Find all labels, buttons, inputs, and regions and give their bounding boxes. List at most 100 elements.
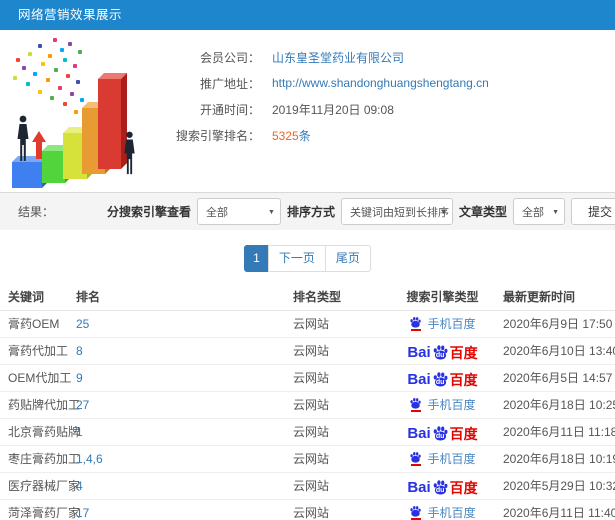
rank-type-cell: 云网站 <box>285 310 390 338</box>
mobile-baidu-icon: 手机百度 <box>409 450 476 467</box>
rank-cell: 1 <box>68 418 285 446</box>
url-label: 推广地址： <box>199 76 260 91</box>
baidu-paw-icon: du <box>432 479 449 497</box>
field-open-time: 开通时间： 2019年11月20日 09:08 <box>162 96 615 122</box>
updated-cell: 2020年5月29日 10:32 <box>495 472 615 500</box>
sort-filter-value: 关键词由短到长排序 <box>349 206 449 219</box>
baidu-paw-icon: du <box>432 371 449 389</box>
engine-cell: Bai du 百度 <box>390 364 495 392</box>
rank-cell: 1,4,6 <box>68 445 285 473</box>
filter-bar: 结果： 分搜索引擎查看 全部 ▼ 排序方式 关键词由短到长排序 ▼ 文章类型 全… <box>0 192 615 230</box>
rank-count-suffix[interactable]: 条 <box>299 129 311 143</box>
baidu-logo-icon: Bai du 百度 <box>407 370 478 389</box>
sort-filter-select[interactable]: 关键词由短到长排序 ▼ <box>340 198 453 225</box>
rank-count-label: 搜索引擎排名： <box>175 128 260 143</box>
updated-cell: 2020年6月9日 17:50 <box>495 310 615 338</box>
keyword-cell: 药贴牌代加工 <box>0 391 80 419</box>
pagination: 1 下一页 尾页 <box>0 245 615 272</box>
baidu-paw-icon <box>409 451 422 466</box>
col-rank-type: 排名类型 <box>285 284 390 311</box>
baidu-paw-icon: du <box>432 425 449 443</box>
page-header: 网络营销效果展示 <box>0 0 615 30</box>
rank-type-cell: 云网站 <box>285 499 390 520</box>
table-row: 菏泽膏药厂家 17 云网站 手机百度 2020年6月11日 11:40 <box>0 499 615 520</box>
pagination-next[interactable]: 下一页 <box>267 245 326 272</box>
engine-cell: 手机百度 <box>390 391 495 419</box>
engine-filter-select[interactable]: 全部 ▼ <box>196 198 281 225</box>
engine-cell: 手机百度 <box>390 499 495 520</box>
open-time-label: 开通时间： <box>199 102 260 117</box>
mobile-baidu-icon: 手机百度 <box>409 315 476 332</box>
table-header-row: 关键词 排名 排名类型 搜索引擎类型 最新更新时间 <box>0 284 615 311</box>
baidu-paw-icon <box>409 316 422 331</box>
results-table-body: 膏药OEM 25 云网站 手机百度 2020年6月9日 17:50 膏药代加工 8 云网站 … <box>0 310 615 520</box>
rank-cell: 27 <box>68 391 285 419</box>
company-link[interactable]: 山东皇圣堂药业有限公司 <box>272 49 615 66</box>
field-rank-count: 搜索引擎排名： 5325条 <box>162 122 615 148</box>
results-table: 关键词 排名 排名类型 搜索引擎类型 最新更新时间 膏药OEM 25 云网站 手机百… <box>0 284 615 520</box>
chevron-down-icon: ▼ <box>552 209 559 216</box>
table-row: OEM代加工 9 云网站 Bai du 百度 2020年6月5日 14:57 <box>0 364 615 392</box>
promotion-url-link[interactable]: http://www.shandonghuangshengtang.cn <box>272 76 615 90</box>
rank-type-cell: 云网站 <box>285 445 390 473</box>
marketing-growth-illustration <box>2 38 162 190</box>
open-time-value: 2019年11月20日 09:08 <box>272 102 394 117</box>
table-row: 枣庄膏药加工 1,4,6 云网站 手机百度 2020年6月18日 10:19 <box>0 445 615 473</box>
keyword-cell: 膏药OEM <box>0 310 68 338</box>
rank-link[interactable]: 17 <box>76 506 89 520</box>
field-company: 会员公司： 山东皇圣堂药业有限公司 <box>162 44 615 70</box>
company-label: 会员公司： <box>199 50 260 65</box>
engine-cell: Bai du 百度 <box>390 472 495 500</box>
table-row: 膏药OEM 25 云网站 手机百度 2020年6月9日 17:50 <box>0 310 615 338</box>
keyword-cell: OEM代加工 <box>0 364 71 392</box>
confetti-dots <box>8 38 12 42</box>
member-info-section: 会员公司： 山东皇圣堂药业有限公司 推广地址： http://www.shand… <box>0 30 615 192</box>
person-right-icon <box>124 131 135 175</box>
field-url: 推广地址： http://www.shandonghuangshengtang.… <box>162 70 615 96</box>
bar-blue <box>12 162 42 188</box>
rank-link[interactable]: 27 <box>76 398 89 412</box>
rank-cell: 8 <box>68 337 285 365</box>
rank-count-number: 5325 <box>272 128 299 143</box>
baidu-paw-icon <box>409 505 422 520</box>
col-updated: 最新更新时间 <box>495 284 615 311</box>
rank-count-value: 5325条 <box>272 127 615 144</box>
rank-link[interactable]: 25 <box>76 317 89 331</box>
pagination-last[interactable]: 尾页 <box>324 245 371 272</box>
updated-cell: 2020年6月18日 10:19 <box>495 445 615 473</box>
keyword-cell: 枣庄膏药加工 <box>0 445 80 473</box>
person-left-icon <box>17 115 29 161</box>
keyword-cell: 膏药代加工 <box>0 337 68 365</box>
engine-cell: 手机百度 <box>390 310 495 338</box>
pagination-page-1[interactable]: 1 <box>244 245 269 272</box>
keyword-cell: 医疗器械厂家 <box>0 472 80 500</box>
updated-cell: 2020年6月10日 13:40 <box>495 337 615 365</box>
table-row: 膏药代加工 8 云网站 Bai du 百度 2020年6月10日 13:40 <box>0 337 615 365</box>
rank-link[interactable]: 1 <box>76 425 83 439</box>
rank-link[interactable]: 8 <box>76 344 83 358</box>
chevron-down-icon: ▼ <box>268 209 275 216</box>
rank-type-cell: 云网站 <box>285 364 390 392</box>
updated-cell: 2020年6月11日 11:40 <box>495 499 615 520</box>
article-type-filter-value: 全部 <box>522 206 544 219</box>
filter-controls: 分搜索引擎查看 全部 ▼ 排序方式 关键词由短到长排序 ▼ 文章类型 全部 ▼ … <box>107 198 615 225</box>
col-keyword: 关键词 <box>0 284 68 311</box>
col-rank: 排名 <box>68 284 285 311</box>
article-type-filter-select[interactable]: 全部 ▼ <box>513 198 565 225</box>
rank-link[interactable]: 1,4,6 <box>76 452 103 466</box>
baidu-paw-icon <box>409 397 422 412</box>
rank-link[interactable]: 9 <box>76 371 83 385</box>
col-engine-type: 搜索引擎类型 <box>390 284 495 311</box>
rank-cell: 4 <box>68 472 285 500</box>
article-type-filter-label: 文章类型 <box>458 205 507 219</box>
baidu-logo-icon: Bai du 百度 <box>407 343 478 362</box>
submit-button[interactable]: 提交 <box>571 198 615 225</box>
keyword-cell: 菏泽膏药厂家 <box>0 499 80 520</box>
rank-link[interactable]: 4 <box>76 479 83 493</box>
baidu-paw-icon: du <box>432 344 449 362</box>
engine-cell: Bai du 百度 <box>390 337 495 365</box>
keyword-cell: 北京膏药贴牌 <box>0 418 80 446</box>
bar-red <box>98 79 121 169</box>
result-label: 结果： <box>18 205 55 219</box>
rank-cell: 25 <box>68 310 285 338</box>
